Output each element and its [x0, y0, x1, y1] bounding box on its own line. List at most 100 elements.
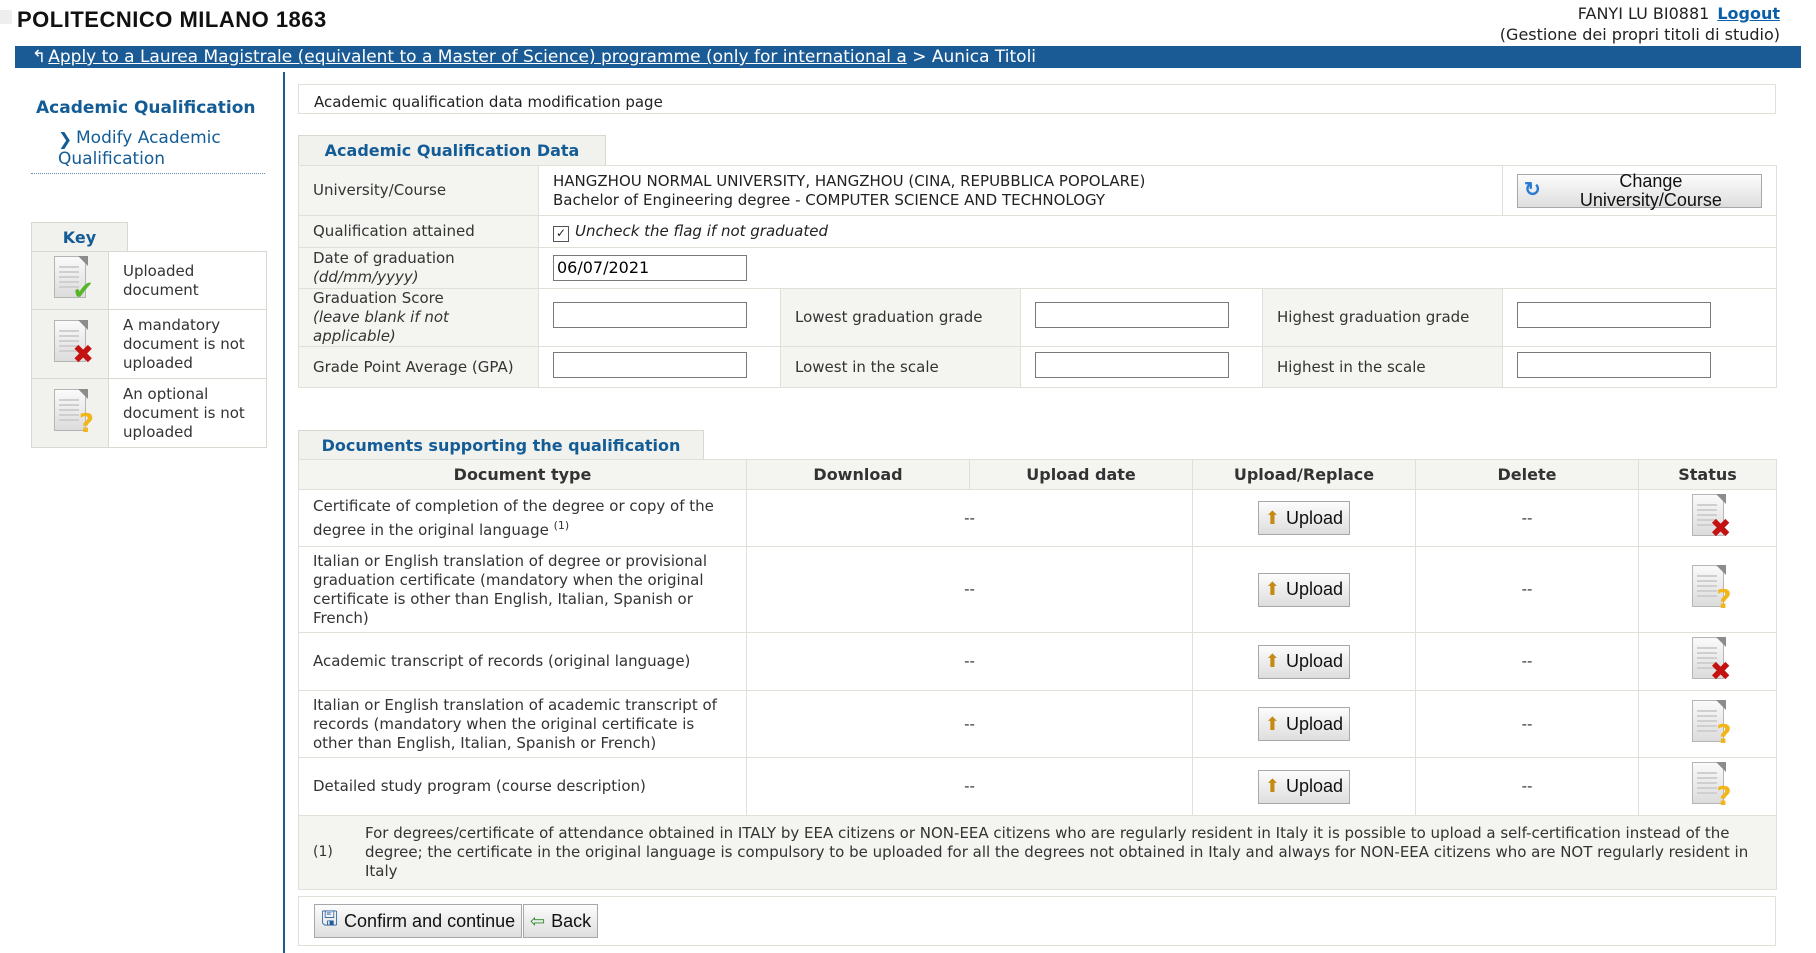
- documents-table: Document type Download Upload date Uploa…: [298, 459, 1777, 890]
- university-label: University/Course: [298, 165, 539, 216]
- documents-header-row: Document type Download Upload date Uploa…: [298, 459, 1777, 490]
- download-upload-date: --: [746, 690, 1193, 758]
- graduation-date-label: Date of graduation: [313, 249, 455, 267]
- document-missing-mandatory-icon: ✖: [52, 319, 94, 368]
- university-value: HANGZHOU NORMAL UNIVERSITY, HANGZHOU (CI…: [537, 165, 1504, 216]
- save-icon: 🖫: [321, 908, 339, 930]
- upload-button[interactable]: ⬆ Upload: [1257, 769, 1351, 804]
- lowest-grade-label: Lowest graduation grade: [780, 288, 1021, 347]
- sidebar-item-label[interactable]: Modify Academic Qualification: [58, 128, 266, 170]
- logo: POLITECNICO MILANO 1863: [17, 7, 327, 32]
- upload-button[interactable]: ⬆ Upload: [1257, 501, 1351, 535]
- academic-qualification-form: University/Course HANGZHOU NORMAL UNIVER…: [298, 165, 1778, 388]
- qualification-label: Qualification attained: [298, 215, 539, 248]
- breadcrumb: ↰ Apply to a Laurea Magistrale (equivalen…: [15, 46, 1801, 68]
- table-row: Detailed study program (course descripti…: [298, 757, 1777, 816]
- upload-icon: ⬆: [1264, 579, 1281, 599]
- document-missing-optional-icon: ?: [1690, 762, 1732, 810]
- user-box: FANYI LU BI0881 Logout (Gestione dei prop…: [1500, 3, 1780, 45]
- sidebar-separator: [31, 173, 265, 175]
- change-university-button[interactable]: ↻ Change University/Course: [1517, 170, 1763, 210]
- document-missing-optional-icon: ?: [1690, 699, 1732, 748]
- document-missing-optional-icon: ?: [52, 388, 94, 437]
- logout-link[interactable]: Logout: [1717, 4, 1780, 23]
- table-row: Academic transcript of records (original…: [298, 632, 1777, 691]
- graduation-score-label: Graduation Score: [313, 289, 444, 307]
- download-upload-date: --: [746, 757, 1193, 816]
- lowest-scale-label: Lowest in the scale: [780, 346, 1021, 388]
- delete-cell: --: [1415, 757, 1639, 816]
- delete-cell: --: [1415, 489, 1639, 547]
- upload-icon: ⬆: [1264, 713, 1281, 734]
- document-missing-mandatory-icon: ✖: [1690, 493, 1732, 542]
- document-type: Academic transcript of records (original…: [298, 632, 747, 691]
- graduation-date-input[interactable]: 06/07/2021: [553, 255, 747, 281]
- document-type: Italian or English translation of academ…: [298, 690, 747, 758]
- footnote-number: (1): [313, 844, 333, 860]
- lowest-grade-input[interactable]: [1035, 302, 1229, 328]
- delete-cell: --: [1415, 632, 1639, 691]
- upload-button[interactable]: ⬆ Upload: [1257, 707, 1351, 741]
- footnote-text: For degrees/certificate of attendance ob…: [365, 824, 1749, 880]
- key-item-label: An optional document is not uploaded: [108, 378, 267, 448]
- course-name: Bachelor of Engineering degree - COMPUTE…: [553, 190, 1106, 209]
- key-title: Key: [31, 222, 128, 251]
- confirm-and-continue-button[interactable]: 🖫 Confirm and continue: [314, 904, 523, 938]
- column-header: Upload/Replace: [1192, 459, 1416, 490]
- breadcrumb-link-apply[interactable]: Apply to a Laurea Magistrale (equivalent…: [48, 47, 907, 67]
- footnote-ref: (1): [553, 518, 570, 532]
- column-header: Upload date: [969, 459, 1193, 490]
- download-upload-date: --: [746, 489, 1193, 547]
- column-header: Document type: [298, 459, 747, 490]
- lowest-scale-input[interactable]: [1035, 351, 1229, 378]
- sidebar-item-modify-academic-qualification[interactable]: ❯ Modify Academic Qualification: [58, 128, 266, 170]
- breadcrumb-separator: >: [912, 47, 927, 67]
- upload-icon: ⬆: [1264, 776, 1281, 796]
- gpa-input[interactable]: [553, 351, 747, 378]
- highest-scale-input[interactable]: [1517, 351, 1712, 378]
- graduation-date-hint: (dd/mm/yyyy): [313, 268, 419, 286]
- document-type: Detailed study program (course descripti…: [298, 757, 747, 816]
- user-name: FANYI LU BI0881: [1577, 4, 1710, 23]
- table-row: Italian or English translation of academ…: [298, 690, 1777, 758]
- download-upload-date: --: [746, 546, 1193, 633]
- delete-cell: --: [1415, 690, 1639, 758]
- gpa-label: Grade Point Average (GPA): [298, 346, 539, 388]
- sidebar-divider: [283, 72, 285, 953]
- key-item: ✖ A mandatory document is not uploaded: [31, 309, 267, 379]
- graduation-score-hint: (leave blank if not applicable): [313, 308, 449, 345]
- download-upload-date: --: [746, 632, 1193, 691]
- graduated-checkbox[interactable]: ✓: [553, 225, 569, 242]
- upload-button[interactable]: ⬆ Upload: [1257, 644, 1351, 679]
- column-header: Delete: [1415, 459, 1639, 490]
- document-type: Italian or English translation of degree…: [298, 546, 747, 633]
- section-title-academic-qualification: Academic Qualification Data: [298, 135, 606, 165]
- key-item-label: Uploaded document: [108, 251, 267, 310]
- refresh-icon: ↻: [1524, 179, 1541, 201]
- key-item-label: A mandatory document is not uploaded: [108, 309, 267, 379]
- key-legend: ✔ Uploaded document ✖ A mandatory docume…: [31, 251, 267, 448]
- university-name: HANGZHOU NORMAL UNIVERSITY, HANGZHOU (CI…: [553, 171, 1146, 190]
- page-intro: Academic qualification data modification…: [298, 84, 1776, 114]
- column-header: Status: [1638, 459, 1777, 490]
- change-university-label: Change University/Course: [1579, 170, 1722, 210]
- action-bar: 🖫 Confirm and continue ⇦ Back: [298, 896, 1776, 946]
- document-type: Certificate of completion of the degree …: [313, 496, 714, 539]
- upload-button[interactable]: ⬆ Upload: [1257, 572, 1351, 607]
- highest-scale-label: Highest in the scale: [1261, 346, 1504, 388]
- graduation-score-input[interactable]: [553, 302, 747, 328]
- delete-cell: --: [1415, 546, 1639, 633]
- back-button[interactable]: ⇦ Back: [523, 904, 599, 938]
- back-arrow-icon[interactable]: ↰: [32, 46, 46, 68]
- footnote-row: (1) For degrees/certificate of attendanc…: [298, 815, 1777, 890]
- highest-grade-input[interactable]: [1517, 302, 1712, 328]
- highest-grade-label: Highest graduation grade: [1261, 288, 1504, 347]
- sidebar-title: Academic Qualification: [36, 98, 256, 118]
- document-missing-optional-icon: ?: [1690, 565, 1732, 613]
- chevron-right-icon: ❯: [58, 130, 73, 150]
- document-uploaded-icon: ✔: [52, 256, 94, 304]
- key-item: ? An optional document is not uploaded: [31, 378, 267, 448]
- document-missing-mandatory-icon: ✖: [1690, 637, 1732, 685]
- user-subtitle: (Gestione dei propri titoli di studio): [1499, 25, 1780, 44]
- upload-icon: ⬆: [1264, 507, 1281, 528]
